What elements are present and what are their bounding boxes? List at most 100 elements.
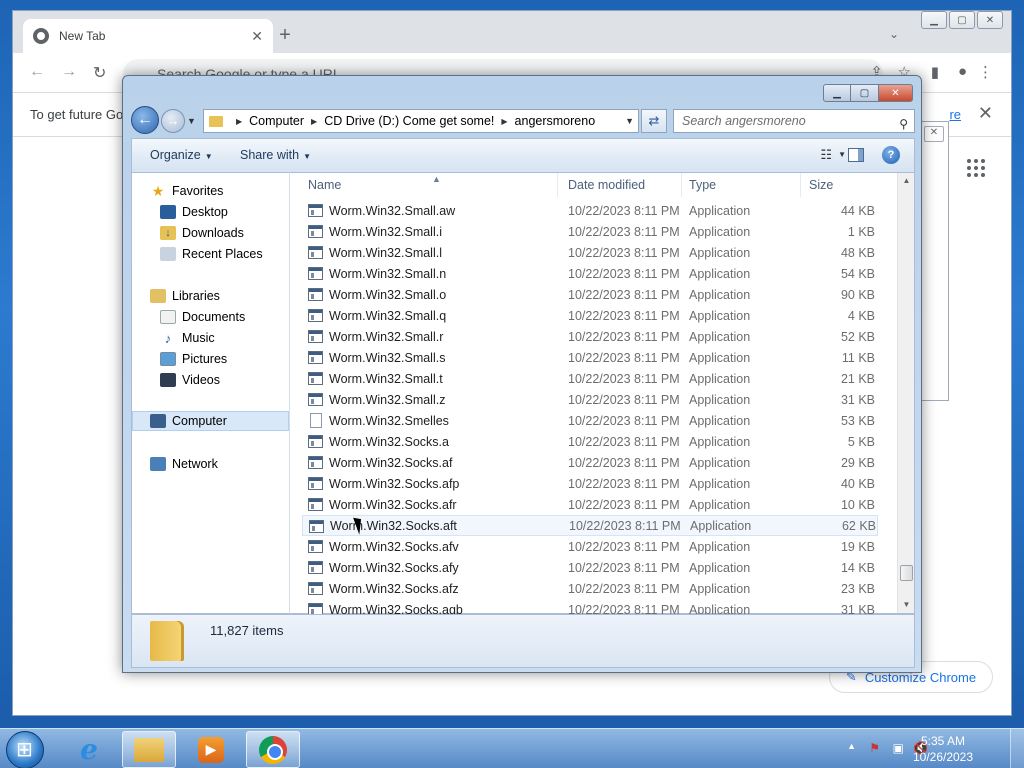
tab-close-icon[interactable]: ✕ (251, 28, 263, 45)
background-dialog-close-icon[interactable]: ✕ (924, 126, 944, 142)
application-file-icon (308, 477, 323, 490)
view-options-chevron-icon[interactable]: ▼ (838, 150, 846, 159)
breadcrumb-current-folder[interactable]: angersmoreno (515, 114, 596, 128)
file-row[interactable]: Worm.Win32.Small.q 10/22/2023 8:11 PM Appl… (290, 305, 890, 326)
help-icon[interactable]: ? (882, 146, 900, 164)
infobar-close-icon[interactable]: ✕ (978, 103, 993, 124)
file-size: 23 KB (840, 581, 875, 596)
search-icon[interactable]: ⚲ (899, 113, 908, 135)
file-row[interactable]: Worm.Win32.Socks.afy 10/22/2023 8:11 PM Ap… (290, 557, 890, 578)
file-row[interactable]: Worm.Win32.Small.o 10/22/2023 8:11 PM Appl… (290, 284, 890, 305)
tab-search-chevron-icon[interactable]: ⌄ (889, 27, 899, 41)
file-row[interactable]: Worm.Win32.Smelles 10/22/2023 8:11 PM Appl… (290, 410, 890, 431)
application-file-icon (308, 540, 323, 553)
back-arrow-icon[interactable]: ← (29, 63, 45, 81)
chrome-menu-icon[interactable]: ⋮ (978, 63, 993, 81)
google-apps-icon[interactable] (967, 159, 985, 177)
file-row[interactable]: Worm.Win32.Socks.af 10/22/2023 8:11 PM App… (290, 452, 890, 473)
file-row[interactable]: Worm.Win32.Small.r 10/22/2023 8:11 PM Appl… (290, 326, 890, 347)
side-panel-icon[interactable]: ▮ (931, 63, 939, 81)
change-view-icon[interactable]: ☷ (820, 147, 832, 163)
back-button[interactable]: ← (131, 106, 159, 134)
application-file-icon (309, 520, 324, 533)
vertical-scrollbar[interactable]: ▲ ▼ (897, 173, 914, 613)
explorer-maximize-button[interactable]: ▢ (851, 84, 879, 102)
address-bar[interactable]: ▶ Computer ▶ CD Drive (D:) Come get some… (203, 109, 639, 133)
network-tray-icon[interactable]: ▣ (893, 741, 904, 755)
scroll-up-icon[interactable]: ▲ (898, 173, 915, 189)
show-desktop-button[interactable] (1010, 729, 1024, 768)
column-header-type[interactable]: Type (683, 173, 801, 197)
reload-icon[interactable]: ↻ (93, 63, 106, 83)
nav-item-computer[interactable]: Computer (132, 411, 289, 431)
nav-item-network[interactable]: Network (150, 454, 218, 474)
column-header-date[interactable]: Date modified (562, 173, 682, 197)
chrome-minimize-button[interactable]: ▁ (921, 11, 947, 29)
taskbar-internet-explorer[interactable]: e (62, 731, 116, 768)
action-center-flag-icon[interactable]: ⚑ (869, 741, 880, 755)
show-hidden-icons-icon[interactable]: ▲ (847, 741, 856, 751)
file-name: Worm.Win32.Socks.aft (330, 518, 457, 533)
file-list-pane: ▲ Name Date modified Type Size Worm.Win3… (290, 172, 915, 617)
file-row[interactable]: Worm.Win32.Socks.afz 10/22/2023 8:11 PM Ap… (290, 578, 890, 599)
share-with-button[interactable]: Share with ▼ (240, 148, 311, 162)
infobar-link[interactable]: re (949, 107, 961, 122)
search-input[interactable]: Search angersmoreno ⚲ (673, 109, 915, 133)
file-row[interactable]: Worm.Win32.Small.n 10/22/2023 8:11 PM Appl… (290, 263, 890, 284)
breadcrumb-computer[interactable]: Computer (249, 114, 304, 128)
breadcrumb-separator-icon[interactable]: ▶ (236, 117, 242, 126)
file-row[interactable]: Worm.Win32.Small.i 10/22/2023 8:11 PM Appl… (290, 221, 890, 242)
file-row[interactable]: Worm.Win32.Socks.afp 10/22/2023 8:11 PM Ap… (290, 473, 890, 494)
chrome-maximize-button[interactable]: ▢ (949, 11, 975, 29)
taskbar-windows-explorer[interactable] (122, 731, 176, 768)
nav-item-recent-places[interactable]: Recent Places (160, 244, 263, 264)
file-row[interactable]: Worm.Win32.Socks.afv 10/22/2023 8:11 PM Ap… (290, 536, 890, 557)
file-type: Application (689, 413, 751, 428)
nav-item-downloads[interactable]: ↓ Downloads (160, 223, 244, 243)
profile-avatar-icon[interactable]: ● (958, 63, 967, 80)
preview-pane-icon[interactable] (848, 148, 864, 162)
file-name: Worm.Win32.Smelles (329, 413, 449, 428)
taskbar-media-player[interactable]: ▶ (184, 731, 238, 768)
nav-item-videos[interactable]: Videos (160, 370, 220, 390)
nav-item-desktop[interactable]: Desktop (160, 202, 228, 222)
file-row[interactable]: Worm.Win32.Socks.a 10/22/2023 8:11 PM Appl… (290, 431, 890, 452)
explorer-close-button[interactable]: ✕ (879, 84, 913, 102)
new-tab-button[interactable]: + (275, 25, 295, 45)
breadcrumb-separator-icon[interactable]: ▶ (311, 117, 317, 126)
taskbar-chrome[interactable] (246, 731, 300, 768)
breadcrumb-cd-drive[interactable]: CD Drive (D:) Come get some! (324, 114, 494, 128)
file-row[interactable]: Worm.Win32.Small.l 10/22/2023 8:11 PM Appl… (290, 242, 890, 263)
organize-button[interactable]: Organize ▼ (150, 148, 213, 162)
sort-ascending-icon: ▲ (432, 174, 441, 184)
nav-item-favorites[interactable]: ★ Favorites (150, 181, 224, 201)
breadcrumb-separator-icon[interactable]: ▶ (501, 117, 507, 126)
address-dropdown-icon[interactable]: ▼ (625, 116, 634, 126)
explorer-minimize-button[interactable]: ▁ (823, 84, 851, 102)
taskbar-clock[interactable]: 5:35 AM 10/26/2023 (908, 733, 978, 765)
file-row[interactable]: Worm.Win32.Small.aw 10/22/2023 8:11 PM App… (290, 200, 890, 221)
scroll-down-icon[interactable]: ▼ (898, 597, 915, 613)
scrollbar-thumb[interactable] (900, 565, 913, 581)
nav-item-music[interactable]: ♪ Music (160, 328, 215, 348)
chrome-tab-new-tab[interactable]: New Tab ✕ (23, 19, 273, 53)
column-header-size[interactable]: Size (803, 173, 881, 197)
column-header-name[interactable]: ▲ Name (302, 173, 558, 197)
file-type: Application (689, 539, 751, 554)
nav-item-documents[interactable]: Documents (160, 307, 245, 327)
application-file-icon (308, 372, 323, 385)
chrome-close-button[interactable]: ✕ (977, 11, 1003, 29)
file-row[interactable]: Worm.Win32.Socks.afr 10/22/2023 8:11 PM Ap… (290, 494, 890, 515)
file-row[interactable]: Worm.Win32.Socks.aft 10/22/2023 8:11 PM Ap… (302, 515, 878, 536)
nav-item-libraries[interactable]: Libraries (150, 286, 220, 306)
file-row[interactable]: Worm.Win32.Small.z 10/22/2023 8:11 PM Appl… (290, 389, 890, 410)
recent-pages-chevron-icon[interactable]: ▼ (187, 116, 196, 126)
refresh-button[interactable]: ⇄ (641, 109, 667, 133)
file-row[interactable]: Worm.Win32.Small.s 10/22/2023 8:11 PM Appl… (290, 347, 890, 368)
forward-arrow-icon[interactable]: → (61, 63, 77, 81)
start-button[interactable] (6, 731, 44, 768)
file-row[interactable]: Worm.Win32.Small.t 10/22/2023 8:11 PM Appl… (290, 368, 890, 389)
file-size: 1 KB (847, 224, 875, 239)
nav-item-pictures[interactable]: Pictures (160, 349, 227, 369)
forward-button[interactable]: → (161, 109, 185, 133)
